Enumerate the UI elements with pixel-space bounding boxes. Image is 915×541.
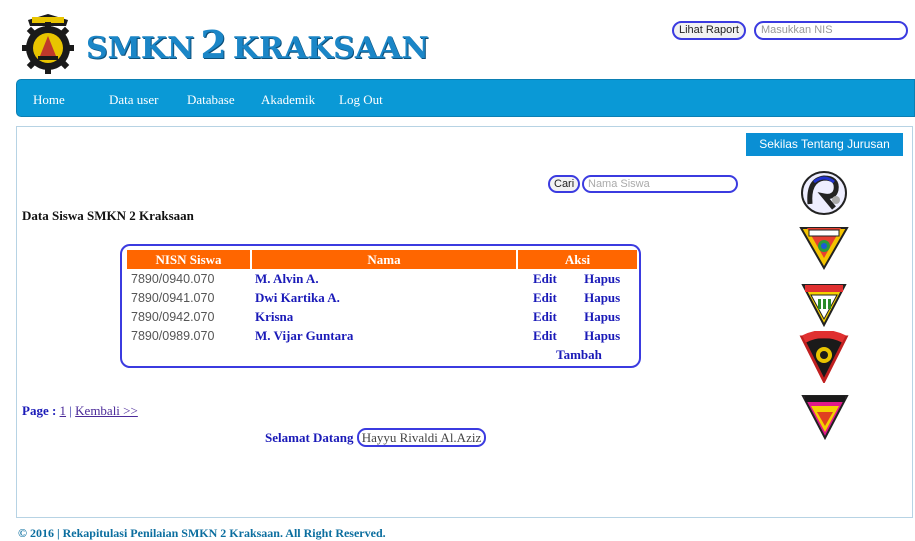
- footer-copyright: © 2016 | Rekapitulasi Penilaian SMKN 2 K…: [18, 526, 386, 540]
- electrical-shield-icon: [801, 284, 847, 327]
- lihat-raport-button[interactable]: Lihat Raport: [672, 21, 746, 40]
- welcome-label: Selamat Datang: [265, 430, 354, 445]
- table-footer-row: Tambah: [127, 345, 637, 364]
- cell-nama: M. Alvin A.: [255, 270, 319, 286]
- hapus-link[interactable]: Hapus: [584, 309, 620, 324]
- table-row: 7890/0940.070 M. Alvin A. Edit Hapus: [127, 269, 637, 288]
- cell-nama: M. Vijar Guntara: [255, 327, 354, 343]
- cell-aksi: Edit Hapus: [517, 288, 637, 307]
- school-logo: [18, 12, 78, 74]
- hapus-link[interactable]: Hapus: [584, 271, 620, 286]
- tkj-shield-icon: [799, 227, 849, 270]
- nav-log-out[interactable]: Log Out: [339, 92, 383, 108]
- cell-nisn: 7890/0942.070: [131, 309, 215, 324]
- edit-link[interactable]: Edit: [533, 290, 557, 305]
- main-navbar: Home Data user Database Akademik Log Out: [16, 79, 915, 117]
- nav-data-user[interactable]: Data user: [109, 92, 158, 108]
- site-title: SMKN 2 KRAKSAAN: [86, 22, 429, 67]
- hapus-link[interactable]: Hapus: [584, 290, 620, 305]
- header-nisn: NISN Siswa: [127, 250, 252, 269]
- cell-nama: Dwi Kartika A.: [255, 289, 340, 305]
- table-header-row: NISN Siswa Nama Aksi: [127, 250, 637, 269]
- page-title: Data Siswa SMKN 2 Kraksaan: [22, 208, 194, 223]
- header-nama: Nama: [251, 250, 518, 269]
- nav-home[interactable]: Home: [33, 92, 65, 108]
- hapus-link[interactable]: Hapus: [584, 328, 620, 343]
- cell-aksi: Edit Hapus: [517, 307, 637, 326]
- page-separator: |: [69, 403, 72, 418]
- nav-database[interactable]: Database: [187, 92, 235, 108]
- tambah-link[interactable]: Tambah: [517, 345, 637, 364]
- table-row: 7890/0989.070 M. Vijar Guntara Edit Hapu…: [127, 326, 637, 345]
- sekilas-jurusan-button[interactable]: Sekilas Tentang Jurusan: [746, 133, 903, 156]
- mesin-shield-icon: [799, 331, 849, 383]
- cell-aksi: Edit Hapus: [517, 269, 637, 288]
- edit-link[interactable]: Edit: [533, 309, 557, 324]
- header-aksi: Aksi: [517, 250, 637, 269]
- tata-busana-shield-icon: [801, 395, 849, 440]
- cell-nisn: 7890/0940.070: [131, 271, 215, 286]
- rpl-logo-icon: [801, 171, 847, 215]
- nav-akademik[interactable]: Akademik: [261, 92, 315, 108]
- nama-siswa-input[interactable]: Nama Siswa: [582, 175, 738, 193]
- table-row: 7890/0942.070 Krisna Edit Hapus: [127, 307, 637, 326]
- page-label: Page :: [22, 403, 57, 418]
- edit-link[interactable]: Edit: [533, 328, 557, 343]
- cell-nama: Krisna: [255, 308, 294, 324]
- cell-nisn: 7890/0941.070: [131, 290, 215, 305]
- cell-nisn: 7890/0989.070: [131, 328, 215, 343]
- student-table-box: NISN Siswa Nama Aksi 7890/0940.070 M. Al…: [120, 244, 641, 368]
- cari-button[interactable]: Cari: [548, 175, 581, 193]
- cell-aksi: Edit Hapus: [517, 326, 637, 345]
- kembali-link[interactable]: Kembali >>: [75, 403, 138, 418]
- student-table: NISN Siswa Nama Aksi 7890/0940.070 M. Al…: [127, 250, 637, 364]
- page-link-1[interactable]: 1: [60, 403, 67, 418]
- edit-link[interactable]: Edit: [533, 271, 557, 286]
- nis-input[interactable]: Masukkan NIS: [754, 21, 908, 40]
- table-row: 7890/0941.070 Dwi Kartika A. Edit Hapus: [127, 288, 637, 307]
- pagination: Page : 1 | Kembali >>: [22, 403, 138, 419]
- welcome-user: Hayyu Rivaldi Al.Aziz: [356, 428, 487, 447]
- gear-logo-icon: [22, 14, 74, 74]
- welcome-message: Selamat Datang Hayyu Rivaldi Al.Aziz: [265, 428, 487, 447]
